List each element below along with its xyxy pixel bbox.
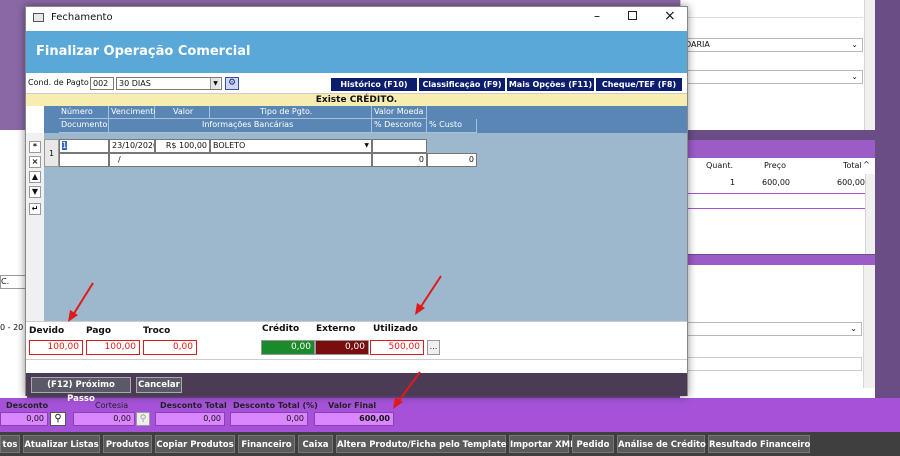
annotation-arrows	[68, 275, 442, 409]
arrow-to-devido	[68, 282, 94, 322]
arrow-to-valor-final	[393, 371, 421, 409]
arrow-to-utilizado	[415, 275, 442, 315]
